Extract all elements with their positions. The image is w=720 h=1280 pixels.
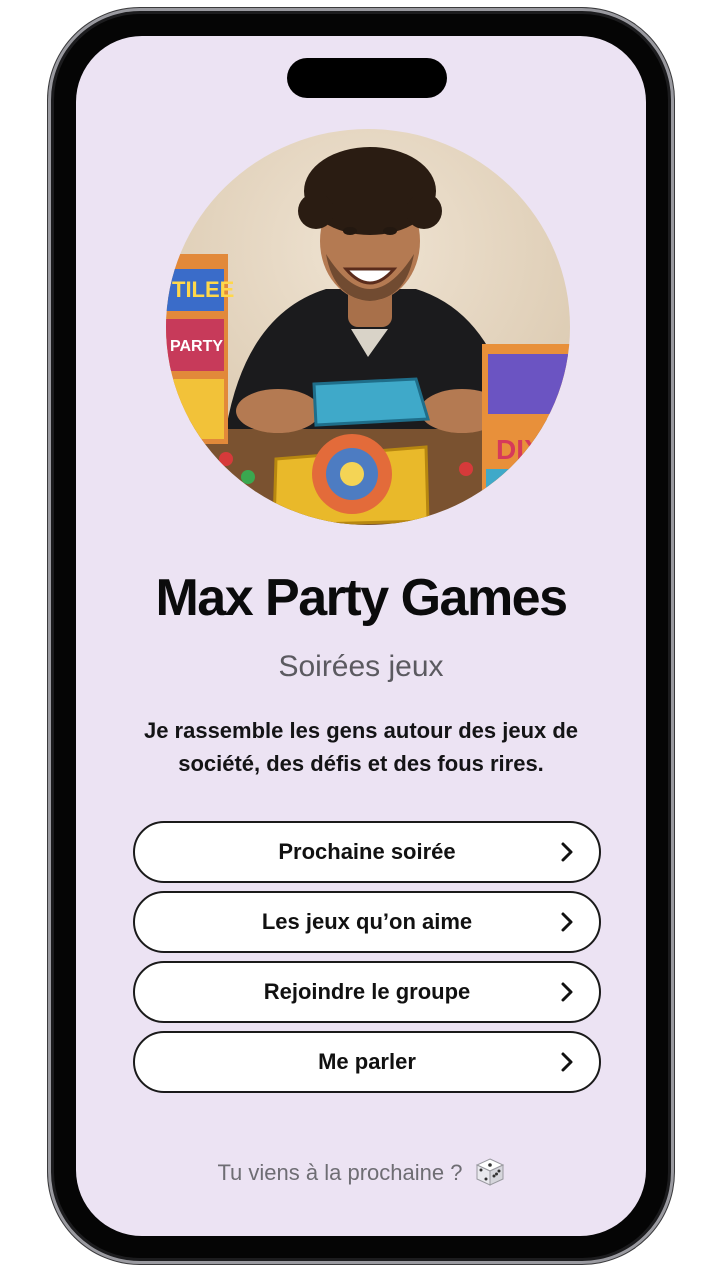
phone-frame: TILEE PARTY DIXIT Max Party Games Soirée… (48, 8, 674, 1264)
phone-bezel: TILEE PARTY DIXIT Max Party Games Soirée… (54, 14, 668, 1258)
footer-text: Tu viens à la prochaine ? (217, 1160, 463, 1185)
chevron-right-icon (561, 912, 573, 932)
link-label: Prochaine soirée (278, 839, 456, 864)
link-button-jeux-quon-aime[interactable]: Les jeux qu’on aime (133, 891, 601, 953)
chevron-right-icon (561, 842, 573, 862)
profile-subtitle: Soirées jeux (278, 650, 444, 683)
box-text-dixit: DIXIT (496, 434, 568, 465)
link-button-prochaine-soiree[interactable]: Prochaine soirée (133, 821, 601, 883)
dice-icon (475, 1158, 504, 1186)
avatar: TILEE PARTY DIXIT (166, 129, 570, 525)
profile-name: Max Party Games (155, 569, 568, 627)
chevron-right-icon (561, 1052, 573, 1072)
profile-bio: Je rassemble les gens autour des jeux de… (143, 718, 579, 776)
footer: Tu viens à la prochaine ? (76, 1158, 646, 1187)
link-button-me-parler[interactable]: Me parler (133, 1031, 601, 1093)
links-list: Prochaine soirée Les jeux qu’on aime Rej… (133, 821, 601, 1101)
screen: TILEE PARTY DIXIT Max Party Games Soirée… (76, 36, 646, 1236)
chevron-right-icon (561, 982, 573, 1002)
link-button-rejoindre-groupe[interactable]: Rejoindre le groupe (133, 961, 601, 1023)
link-label: Les jeux qu’on aime (261, 909, 473, 934)
box-text-party: PARTY (170, 338, 223, 355)
link-label: Me parler (318, 1049, 416, 1074)
box-text-tilee: TILEE (172, 277, 234, 302)
dynamic-island (287, 58, 447, 98)
link-label: Rejoindre le groupe (263, 979, 471, 1004)
